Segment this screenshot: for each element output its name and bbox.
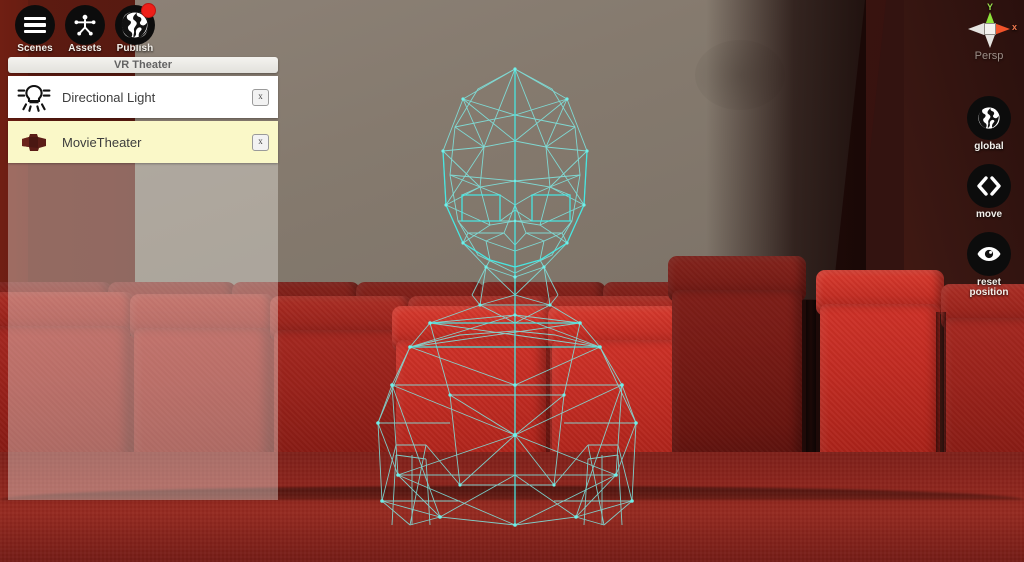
- button-label-global: global: [974, 141, 1004, 152]
- light-bulb-icon: [8, 76, 60, 118]
- list-item-directional-light[interactable]: Directional Light x: [8, 76, 278, 118]
- vr-theater-editor-window: Scenes Assets Publish VR Theater Directi…: [0, 0, 1024, 562]
- hamburger-menu-icon: [15, 5, 55, 45]
- move-arrows-icon: [967, 164, 1011, 208]
- axis-label-y: Y: [987, 2, 994, 12]
- outliner-panel-backdrop: [8, 155, 278, 500]
- list-item-label: MovieTheater: [62, 134, 142, 150]
- toolbar-button-publish[interactable]: Publish: [108, 3, 162, 54]
- close-icon[interactable]: x: [252, 88, 269, 106]
- axis-orientation-gizmo[interactable]: Y x: [962, 2, 1018, 54]
- scene-outliner-list: Directional Light x MovieTheater x: [8, 76, 278, 166]
- list-item-label: Directional Light: [62, 89, 156, 105]
- avatar-figure-icon: [65, 5, 105, 45]
- toolbar-button-assets[interactable]: Assets: [58, 5, 112, 54]
- axis-label-x: x: [1012, 22, 1018, 32]
- eye-icon: [967, 232, 1011, 276]
- toolbar-button-scenes[interactable]: Scenes: [8, 5, 62, 54]
- top-toolbar: Scenes Assets Publish: [0, 0, 168, 54]
- button-label-move: move: [975, 209, 1003, 220]
- theater-seat: [668, 256, 806, 470]
- scene-title-text: VR Theater: [113, 59, 173, 71]
- right-toolbar: Y x Persp global move reset position: [954, 0, 1024, 300]
- scene-title-bar[interactable]: VR Theater: [8, 57, 278, 73]
- button-move[interactable]: move: [954, 164, 1024, 220]
- theater-model-icon: [8, 121, 60, 163]
- list-item-movietheater[interactable]: MovieTheater x: [8, 121, 278, 163]
- globe-icon: [115, 3, 156, 45]
- button-reset-position[interactable]: reset position: [954, 232, 1024, 298]
- close-icon[interactable]: x: [252, 133, 269, 151]
- publish-notification-badge: [141, 3, 156, 18]
- button-global[interactable]: global: [954, 96, 1024, 152]
- button-label-position: position: [969, 287, 1009, 298]
- projection-mode-label: Persp: [974, 50, 1004, 62]
- globe-icon: [967, 96, 1011, 140]
